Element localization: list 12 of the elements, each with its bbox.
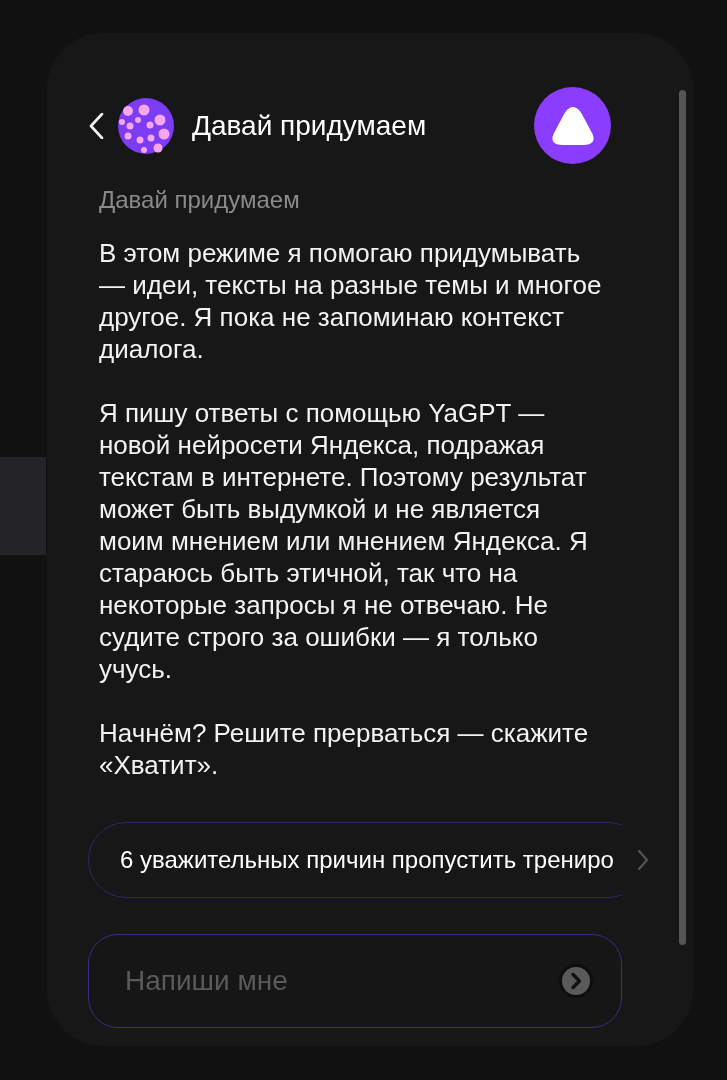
dotted-avatar-icon: [118, 97, 174, 154]
chevron-circle-icon: [562, 967, 590, 995]
chat-title: Давай придумаем: [192, 109, 427, 142]
sender-name: Давай придумаем: [99, 186, 300, 214]
message-text: В этом режиме я помогаю придумывать — идеи, тексты на разные темы и многое другое. Я пока не запоминаю контекст диалога.: [99, 237, 603, 365]
chevron-right-icon[interactable]: [637, 849, 649, 871]
message-text: Я пишу ответы с помощью YaGPT — новой нейросети Яндекса, подражая текстам в интернете. Поэтому результат может быть выдумкой и не является моим мнением или мнением Яндекса. Я стараюсь быть этичной, так что на некоторые запросы я не отвечаю. Не судите строго за ошибки — я только учусь.: [99, 397, 589, 685]
message-input[interactable]: Напиши мне: [88, 934, 622, 1028]
message-text: Начнём? Решите прерваться — скажите «Хватит».: [99, 717, 590, 781]
chevron-left-icon[interactable]: [88, 112, 104, 139]
scrollbar[interactable]: [679, 90, 686, 945]
rounded-triangle-icon: [550, 105, 595, 146]
